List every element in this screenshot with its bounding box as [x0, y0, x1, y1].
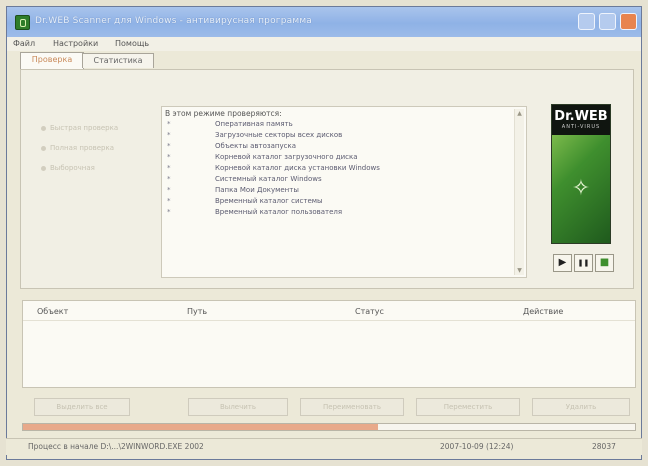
mode-quick-label: Быстрая проверка: [50, 124, 119, 132]
brand-name: Dr.WEB: [554, 109, 608, 124]
logo-header: Dr.WEB ANTI-VIRUS: [552, 105, 610, 135]
log-item: * Корневой каталог загрузочного диска: [167, 153, 358, 161]
log-item: * Временный каталог пользователя: [167, 208, 343, 216]
radio-icon: [41, 165, 46, 171]
window-title: Dr.WEB Scanner для Windows - антивирусна…: [35, 16, 313, 26]
menu-settings[interactable]: Настройки: [53, 39, 98, 48]
status-count: 28037: [592, 442, 616, 451]
title-bar[interactable]: Dr.WEB Scanner для Windows - антивирусна…: [7, 7, 641, 37]
status-current-file: Процесс в начале D:\...\2WINWORD.EXE 200…: [28, 442, 204, 451]
results-table[interactable]: Объект Путь Статус Действие: [22, 300, 636, 388]
app-icon: [15, 15, 30, 30]
menu-file[interactable]: Файл: [13, 39, 35, 48]
cure-button[interactable]: Вылечить: [188, 398, 288, 416]
start-scan-button[interactable]: ▶: [553, 254, 572, 272]
mode-custom[interactable]: Выборочная: [41, 164, 95, 172]
scan-description-box[interactable]: В этом режиме проверяются: * Оперативная …: [161, 106, 527, 278]
drweb-logo: Dr.WEB ANTI-VIRUS ✧: [551, 104, 611, 244]
progress-fill: [23, 424, 378, 430]
status-datetime: 2007-10-09 (12:24): [440, 442, 514, 451]
column-object[interactable]: Объект: [37, 307, 68, 316]
tab-statistics[interactable]: Статистика: [82, 53, 154, 68]
log-item: * Папка Мои Документы: [167, 186, 299, 194]
app-window: Dr.WEB Scanner для Windows - антивирусна…: [6, 6, 642, 460]
scan-panel: Быстрая проверка Полная проверка Выбороч…: [20, 69, 634, 289]
log-item: * Корневой каталог диска установки Window…: [167, 164, 380, 172]
log-item: * Загрузочные секторы всех дисков: [167, 131, 343, 139]
log-item: * Объекты автозапуска: [167, 142, 297, 150]
log-item: * Временный каталог системы: [167, 197, 323, 205]
stop-scan-button[interactable]: ■: [595, 254, 614, 272]
pause-scan-button[interactable]: ❚❚: [574, 254, 593, 272]
column-status[interactable]: Статус: [355, 307, 384, 316]
scan-progress-bar: [22, 423, 636, 431]
maximize-button[interactable]: [599, 13, 616, 30]
mode-full-label: Полная проверка: [50, 144, 115, 152]
log-item: * Системный каталог Windows: [167, 175, 322, 183]
menu-bar: Файл Настройки Помощь: [7, 37, 641, 51]
column-path[interactable]: Путь: [187, 307, 207, 316]
brand-subtitle: ANTI-VIRUS: [561, 124, 601, 130]
column-action[interactable]: Действие: [523, 307, 563, 316]
mode-custom-label: Выборочная: [50, 164, 95, 172]
move-button[interactable]: Переместить: [416, 398, 520, 416]
mode-full[interactable]: Полная проверка: [41, 144, 114, 152]
radio-icon: [41, 125, 46, 131]
scroll-up-icon[interactable]: ▲: [515, 109, 524, 118]
status-bar: Процесс в начале D:\...\2WINWORD.EXE 200…: [6, 438, 642, 455]
mode-quick[interactable]: Быстрая проверка: [41, 124, 118, 132]
spider-icon: ✧: [571, 176, 591, 201]
select-all-button[interactable]: Выделить все: [34, 398, 130, 416]
menu-help[interactable]: Помощь: [115, 39, 149, 48]
delete-button[interactable]: Удалить: [532, 398, 630, 416]
minimize-button[interactable]: [578, 13, 595, 30]
header-divider: [23, 320, 635, 321]
log-title: В этом режиме проверяются:: [165, 109, 282, 118]
radio-icon: [41, 145, 46, 151]
rename-button[interactable]: Переименовать: [300, 398, 404, 416]
scroll-down-icon[interactable]: ▼: [515, 266, 524, 275]
log-item: * Оперативная память: [167, 120, 293, 128]
close-button[interactable]: [620, 13, 637, 30]
vertical-scrollbar[interactable]: ▲ ▼: [514, 109, 524, 275]
tab-scan[interactable]: Проверка: [20, 52, 84, 69]
